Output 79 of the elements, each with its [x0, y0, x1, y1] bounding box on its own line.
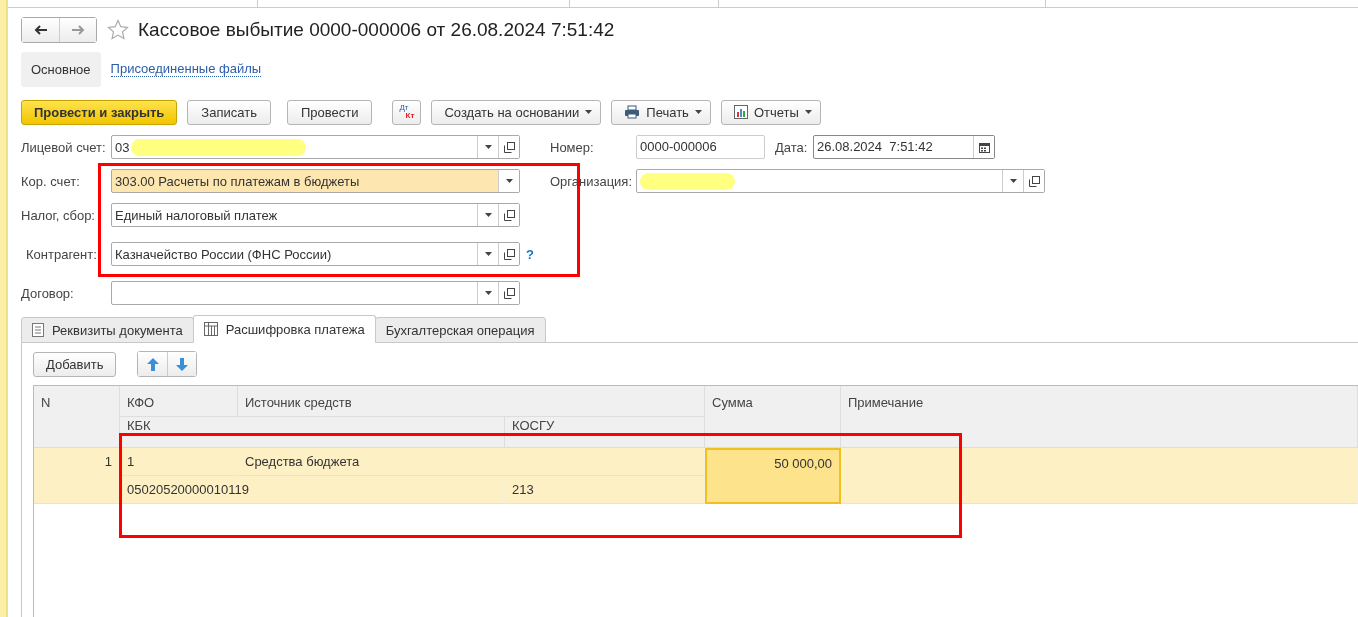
toolbar-button[interactable]: Записать — [187, 99, 271, 125]
calendar-button[interactable] — [973, 136, 994, 158]
open-button[interactable] — [498, 136, 519, 158]
column-header: Сумма — [705, 386, 841, 448]
table-cell: Средства бюджета — [238, 448, 705, 476]
caret-icon — [484, 145, 492, 149]
move-up-button[interactable] — [138, 352, 168, 376]
menu-button[interactable]: Отчеты — [720, 99, 821, 125]
tab[interactable]: Реквизиты документа — [21, 317, 194, 343]
table-cell: 50 000,00 — [705, 448, 841, 504]
field-label: Налог, сбор: — [21, 207, 96, 223]
section-link[interactable]: Присоединенные файлы — [110, 62, 262, 77]
post-and-close-button[interactable]: Провести и закрыть — [21, 99, 178, 125]
open-window-icon — [503, 248, 515, 260]
dropdown-button[interactable] — [498, 170, 519, 192]
open-button[interactable] — [498, 243, 519, 265]
field-label: Договор: — [21, 285, 75, 301]
move-down-button[interactable] — [167, 352, 197, 376]
caret-icon — [694, 110, 702, 114]
tab[interactable]: Бухгалтерская операция — [374, 317, 546, 343]
field-value: 03 — [115, 139, 130, 155]
combo-field[interactable]: Казначейство России (ФНС России) — [111, 242, 520, 266]
caret-icon — [505, 179, 513, 183]
field-value: Казначейство России (ФНС России) — [115, 246, 332, 262]
window-title: Кассовое выбытие 0000-000006 от 26.08.2024 7:51:42 — [138, 19, 615, 41]
tab[interactable]: Расшифровка платежа — [192, 315, 376, 343]
caret-icon — [484, 213, 492, 217]
caret-icon — [804, 110, 812, 114]
add-button[interactable]: Добавить — [33, 351, 117, 377]
column-header: Примечание — [841, 386, 1358, 448]
down-arrow-icon — [176, 357, 189, 371]
field-label: Лицевой счет: — [21, 139, 107, 155]
table-cell: 213 — [505, 476, 705, 504]
help-link[interactable]: ? — [526, 246, 534, 262]
field-label: Контрагент: — [25, 246, 98, 262]
field-value: Единый налоговый платеж — [115, 207, 278, 223]
printer-icon — [624, 105, 641, 119]
calendar-icon — [978, 141, 990, 153]
section-link[interactable]: Основное — [21, 52, 101, 87]
menu-button[interactable]: Создать на основании — [431, 99, 602, 125]
open-window-icon — [503, 141, 515, 153]
combo-field[interactable]: 03 — [111, 135, 520, 159]
menu-button[interactable]: Печать — [611, 99, 711, 125]
back-button[interactable] — [22, 18, 59, 42]
open-button[interactable] — [498, 282, 519, 304]
field-label: Кор. счет: — [21, 173, 81, 189]
organization-field[interactable] — [636, 169, 1045, 193]
table-icon — [203, 322, 218, 336]
open-button[interactable] — [498, 204, 519, 226]
field-label: Номер: — [550, 139, 595, 155]
caret-icon — [484, 252, 492, 256]
caret-icon — [1009, 179, 1017, 183]
field-value: 303.00 Расчеты по платежам в бюджеты — [115, 173, 360, 189]
caret-icon — [585, 110, 593, 114]
caret-icon — [484, 291, 492, 295]
combo-field[interactable] — [111, 281, 520, 305]
column-header: Источник средств — [238, 386, 705, 417]
column-header: КФО — [120, 386, 238, 417]
right-arrow-icon — [71, 25, 85, 35]
open-window-icon — [503, 209, 515, 221]
column-header: N — [34, 386, 120, 448]
open-button[interactable] — [1023, 170, 1044, 192]
debit-credit-button[interactable]: Дт Кт — [392, 99, 422, 125]
star-icon[interactable] — [107, 19, 129, 41]
toolbar-button[interactable]: Провести — [286, 99, 373, 125]
combo-field[interactable]: Единый налоговый платеж — [111, 203, 520, 227]
document-icon — [32, 323, 44, 337]
date-field[interactable]: 26.08.2024 7:51:42 — [813, 135, 995, 159]
table-cell: 1 — [120, 448, 238, 476]
report-icon — [733, 105, 748, 119]
table-cell: 1 — [34, 448, 120, 504]
table-cell: 05020520000010119 — [120, 476, 505, 504]
left-arrow-icon — [33, 25, 48, 35]
up-arrow-icon — [146, 357, 159, 371]
field-label: Дата: — [775, 139, 809, 155]
open-window-icon — [1028, 175, 1040, 187]
number-field[interactable]: 0000-000006 — [636, 135, 765, 159]
combo-field[interactable]: 303.00 Расчеты по платежам в бюджеты — [111, 169, 520, 193]
open-window-icon — [503, 287, 515, 299]
